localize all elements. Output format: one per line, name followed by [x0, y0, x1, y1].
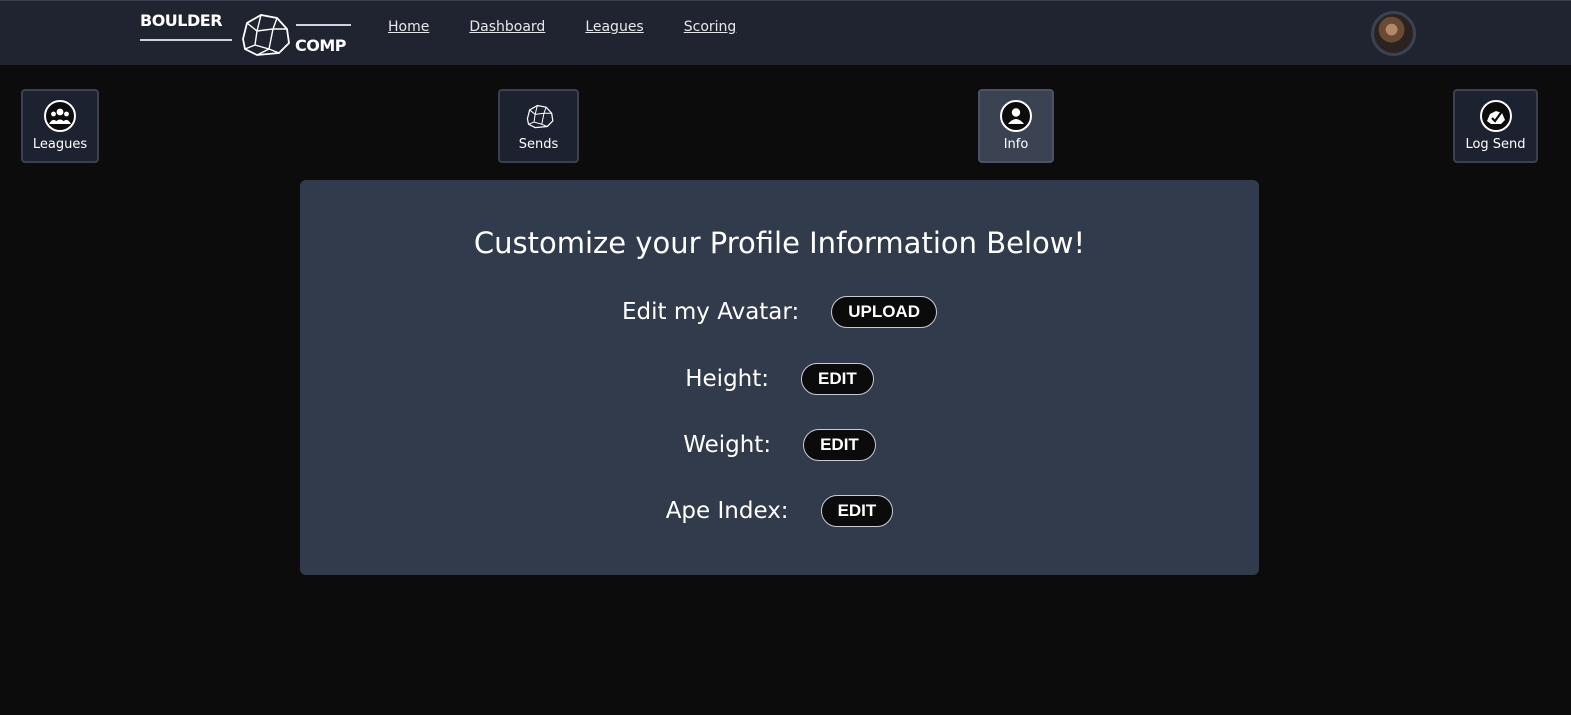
logo-word-top: BOULDER — [140, 11, 223, 30]
avatar-label: Edit my Avatar: — [622, 299, 800, 325]
users-icon — [44, 100, 76, 132]
boulder-comp-logo[interactable]: BOULDER COMP — [140, 9, 355, 59]
edit-height-button[interactable]: EDIT — [801, 363, 874, 395]
user-icon — [1000, 100, 1032, 132]
edit-ape-index-button[interactable]: EDIT — [820, 495, 894, 527]
profile-info-panel: Customize your Profile Information Below… — [300, 180, 1259, 575]
weight-label: Weight: — [683, 432, 772, 458]
row-avatar: Edit my Avatar: UPLOAD — [300, 296, 1259, 328]
top-navbar: BOULDER COMP Home Dashboard Leagues Scor… — [0, 0, 1571, 65]
tile-sends-label: Sends — [518, 137, 559, 152]
main-nav: Home Dashboard Leagues Scoring — [388, 19, 776, 35]
ape-index-label: Ape Index: — [665, 498, 789, 524]
tile-log-send-label: Log Send — [1465, 137, 1526, 152]
height-label: Height: — [685, 366, 770, 392]
panel-title: Customize your Profile Information Below… — [473, 226, 1086, 260]
upload-avatar-button[interactable]: UPLOAD — [831, 296, 937, 328]
boulder-icon — [523, 100, 555, 132]
nav-link-scoring[interactable]: Scoring — [684, 19, 737, 35]
nav-link-home[interactable]: Home — [388, 19, 429, 35]
logo-word-bottom: COMP — [295, 36, 347, 55]
row-ape-index: Ape Index: EDIT — [300, 495, 1259, 527]
nav-link-dashboard[interactable]: Dashboard — [469, 19, 545, 35]
edit-weight-button[interactable]: EDIT — [803, 429, 876, 461]
tile-sends[interactable]: Sends — [498, 89, 579, 163]
tile-info-label: Info — [1003, 137, 1029, 152]
tile-log-send[interactable]: Log Send — [1453, 89, 1538, 163]
logo-rule-left — [140, 39, 232, 41]
row-weight: Weight: EDIT — [300, 429, 1259, 461]
nav-link-leagues[interactable]: Leagues — [585, 19, 643, 35]
boulder-icon — [242, 14, 290, 56]
logo-rule-right — [296, 24, 351, 26]
tile-leagues-label: Leagues — [32, 137, 88, 152]
user-avatar[interactable] — [1371, 11, 1416, 56]
row-height: Height: EDIT — [300, 363, 1259, 395]
log-send-icon — [1479, 100, 1512, 132]
tile-leagues[interactable]: Leagues — [21, 89, 99, 163]
tile-info[interactable]: Info — [978, 89, 1054, 163]
